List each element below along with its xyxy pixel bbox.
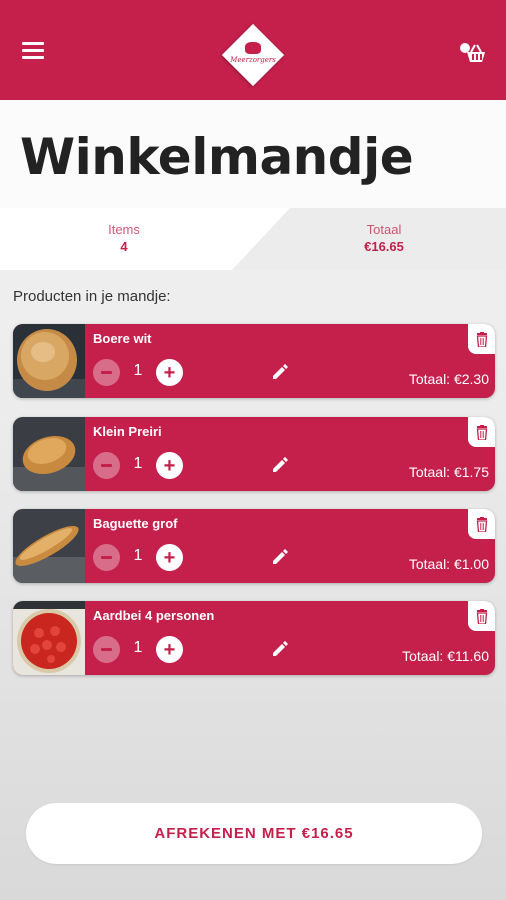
trash-icon[interactable] [468,509,495,539]
logo-mark-icon [245,42,261,54]
decrease-quantity-button[interactable] [93,452,120,479]
basket-icon[interactable] [458,42,488,64]
decrease-quantity-button[interactable] [93,636,120,663]
logo-text: Meerzorgers [230,56,276,64]
pencil-icon[interactable] [270,547,290,567]
product-image-baguette [13,509,85,583]
total-label: Totaal [366,222,402,237]
cart-item: Klein Preiri 1 + Totaal: €1.75 [13,417,495,491]
pencil-icon[interactable] [270,362,290,382]
items-label: Items [108,222,140,237]
app-bar: Meerzorgers [0,0,506,100]
pencil-icon[interactable] [270,639,290,659]
cart-item: Boere wit 1 + Totaal: €2.30 [13,324,495,398]
decrease-quantity-button[interactable] [93,544,120,571]
quantity-value: 1 [133,362,143,379]
product-image-small-bread [13,417,85,491]
item-total: Totaal: €2.30 [408,371,489,387]
cart-item: Aardbei 4 personen 1 + Totaal: €11.60 [13,601,495,675]
decrease-quantity-button[interactable] [93,359,120,386]
increase-quantity-button[interactable]: + [156,452,183,479]
trash-icon[interactable] [468,324,495,354]
increase-quantity-button[interactable]: + [156,359,183,386]
items-summary: Items 4 [64,222,184,254]
item-total: Totaal: €1.75 [408,464,489,480]
items-count: 4 [120,239,128,254]
section-label: Producten in je mandje: [13,288,171,305]
product-image-strawberry-tart [13,601,85,675]
pencil-icon[interactable] [270,455,290,475]
product-name: Klein Preiri [93,424,162,439]
item-total: Totaal: €11.60 [402,648,489,664]
product-name: Baguette grof [93,516,178,531]
cart-item: Baguette grof 1 + Totaal: €1.00 [13,509,495,583]
increase-quantity-button[interactable]: + [156,544,183,571]
checkout-button[interactable]: AFREKENEN MET €16.65 [26,803,482,864]
brand-logo[interactable]: Meerzorgers [221,23,285,87]
quantity-value: 1 [133,455,143,472]
total-summary: Totaal €16.65 [324,222,444,254]
cart-summary: Items 4 Totaal €16.65 [0,208,506,270]
product-name: Aardbei 4 personen [93,608,215,623]
product-name: Boere wit [93,331,152,346]
page-title: Winkelmandje [20,128,414,186]
increase-quantity-button[interactable]: + [156,636,183,663]
quantity-value: 1 [133,639,143,656]
quantity-value: 1 [133,547,143,564]
item-total: Totaal: €1.00 [408,556,489,572]
trash-icon[interactable] [468,601,495,631]
product-image-white-bread [13,324,85,398]
hamburger-menu-icon[interactable] [22,42,44,60]
total-value: €16.65 [364,239,404,254]
trash-icon[interactable] [468,417,495,447]
